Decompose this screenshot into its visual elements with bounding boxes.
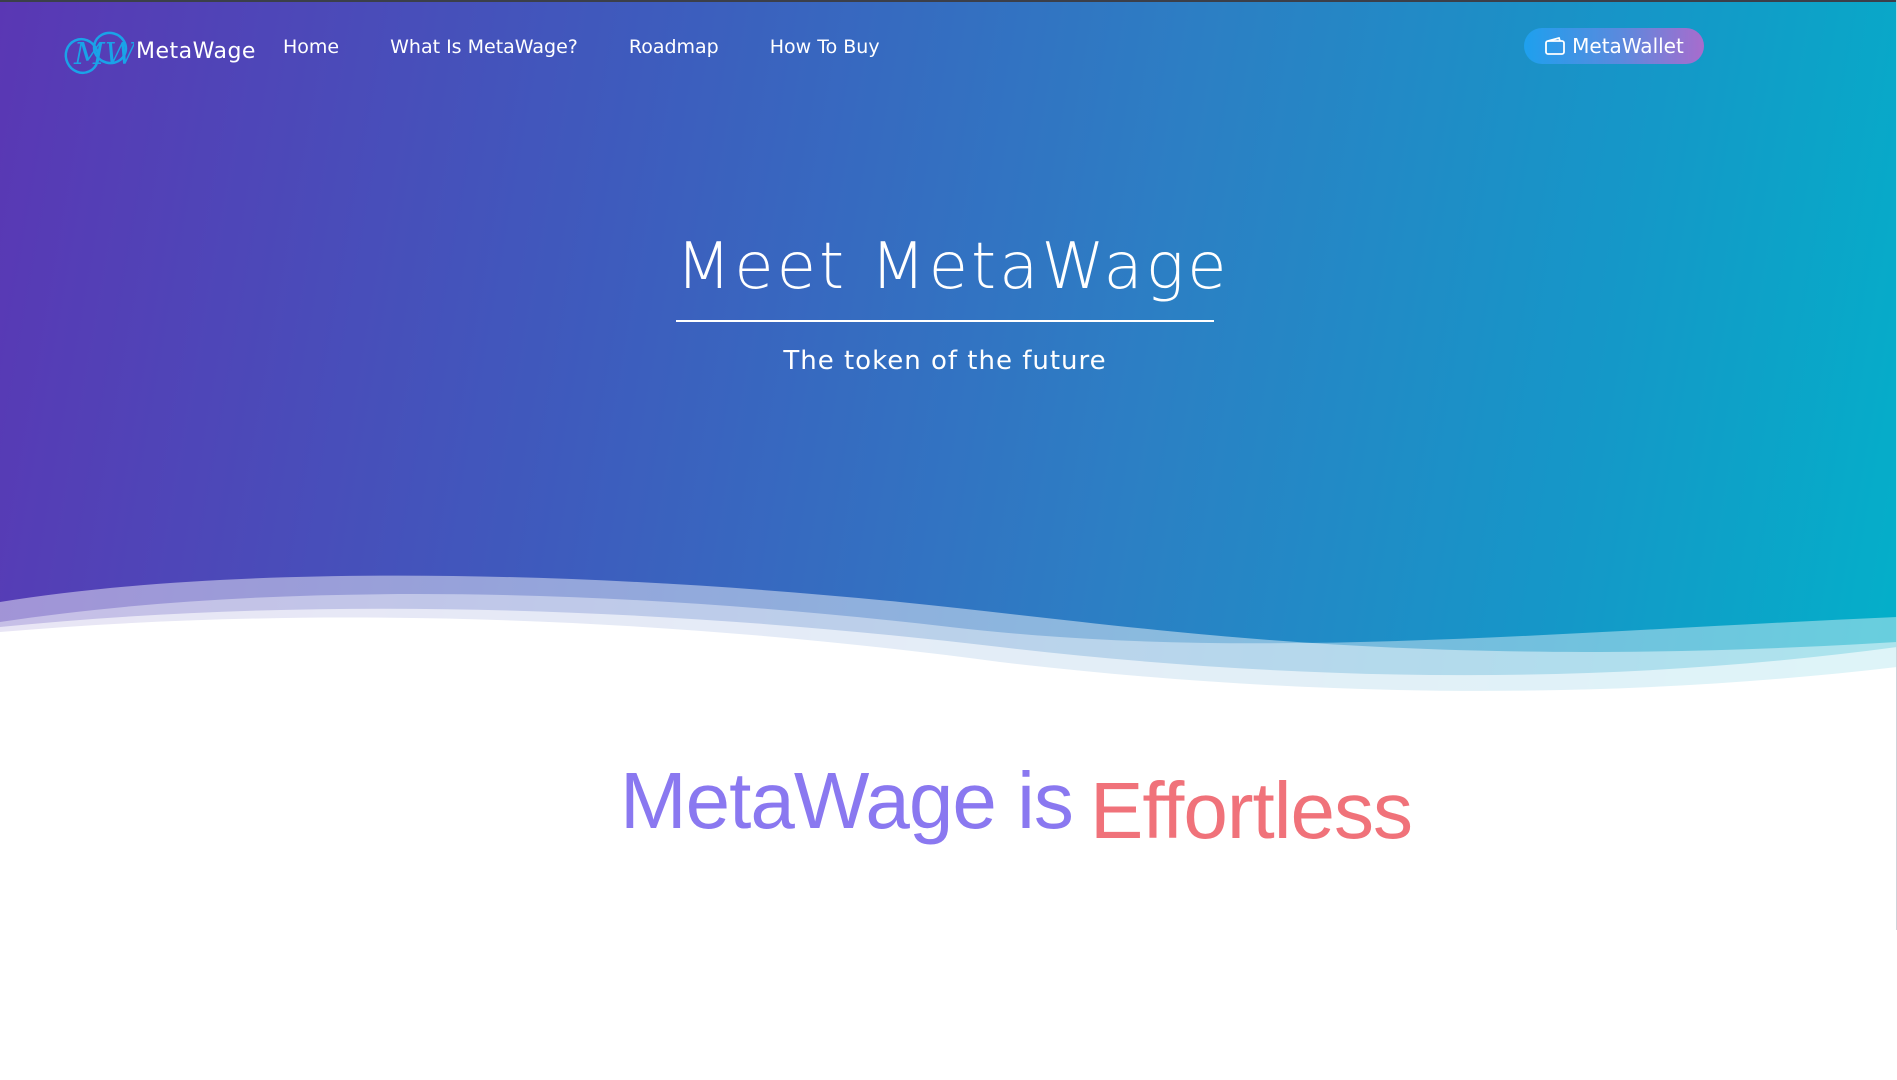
metawage-logo-icon: MW — [64, 31, 134, 75]
nav-item-how-to-buy[interactable]: How To Buy — [770, 36, 880, 58]
hero-title: Meet MetaWage — [676, 230, 1230, 304]
brand-name: MetaWage — [136, 38, 256, 64]
hero-section: MW MetaWage Home What Is MetaWage? Roadm… — [0, 2, 1897, 742]
tagline-prefix: MetaWage is — [620, 756, 1074, 845]
svg-text:MW: MW — [73, 37, 134, 72]
nav-links: Home What Is MetaWage? Roadmap How To Bu… — [283, 36, 931, 58]
top-navigation: MW MetaWage Home What Is MetaWage? Roadm… — [0, 2, 1897, 92]
metawallet-label: MetaWallet — [1572, 34, 1684, 58]
nav-item-what-is-metawage[interactable]: What Is MetaWage? — [390, 36, 578, 58]
wallet-icon — [1545, 37, 1566, 55]
nav-item-home[interactable]: Home — [283, 36, 339, 58]
tagline: MetaWage is Effortless — [620, 755, 1420, 855]
metawallet-button[interactable]: MetaWallet — [1524, 28, 1704, 64]
hero-subtitle: The token of the future — [783, 346, 1107, 376]
brand[interactable]: MW MetaWage — [62, 26, 256, 76]
hero-waves-decoration — [0, 575, 1897, 742]
tagline-highlight-word: Effortless — [1090, 766, 1413, 855]
nav-item-roadmap[interactable]: Roadmap — [629, 36, 719, 58]
hero-divider — [676, 320, 1214, 322]
